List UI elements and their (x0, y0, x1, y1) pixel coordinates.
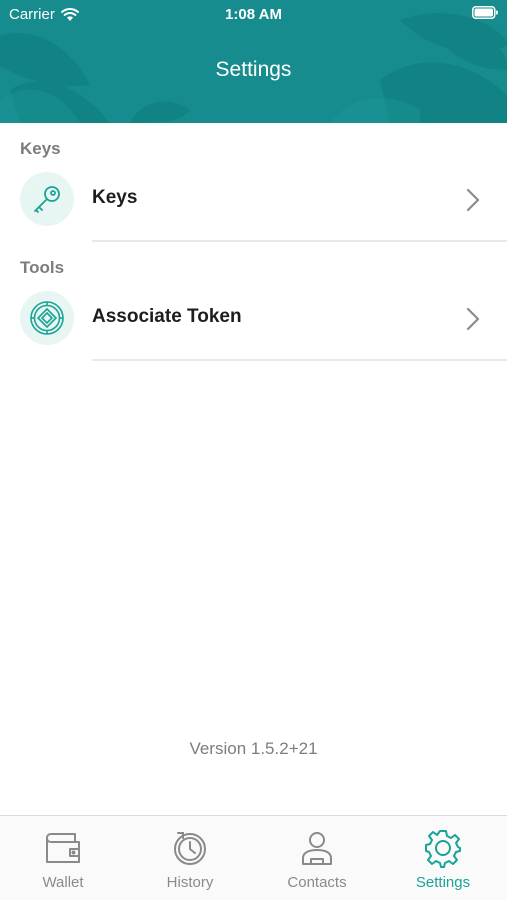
tab-wallet[interactable]: Wallet (0, 816, 126, 900)
row-divider (92, 359, 507, 361)
row-divider (92, 240, 507, 242)
tab-history[interactable]: History (127, 816, 253, 900)
status-time: 1:08 AM (225, 6, 282, 23)
chevron-right-icon (466, 188, 480, 212)
contacts-icon (302, 832, 332, 865)
settings-row-label: Keys (92, 187, 138, 208)
tab-label: History (166, 874, 214, 891)
token-icon (30, 301, 64, 335)
key-icon-badge (20, 172, 74, 226)
app-version: Version 1.5.2+21 (189, 739, 318, 758)
history-icon (174, 832, 206, 865)
gear-icon (425, 830, 461, 868)
settings-row-label: Associate Token (92, 306, 242, 327)
tab-label: Contacts (287, 874, 347, 891)
settings-row-keys[interactable]: Keys (0, 148, 507, 242)
token-icon-badge (20, 291, 74, 345)
tab-bar: Wallet History Contacts Settings (0, 815, 507, 900)
tab-label: Settings (415, 874, 471, 891)
page-title: Settings (215, 58, 292, 81)
tab-label: Wallet (42, 874, 84, 891)
status-bar: Carrier 1:08 AM (0, 0, 507, 28)
tab-settings[interactable]: Settings (380, 816, 506, 900)
tab-contacts[interactable]: Contacts (254, 816, 380, 900)
settings-row-associate-token[interactable]: Associate Token (0, 267, 507, 361)
header: Carrier 1:08 AM Settings (0, 0, 507, 123)
battery-icon (472, 6, 498, 19)
settings-list: Keys Keys Tools Associate Token Version … (0, 123, 507, 815)
key-icon (34, 186, 60, 213)
wallet-icon (46, 833, 80, 863)
chevron-right-icon (466, 307, 480, 331)
